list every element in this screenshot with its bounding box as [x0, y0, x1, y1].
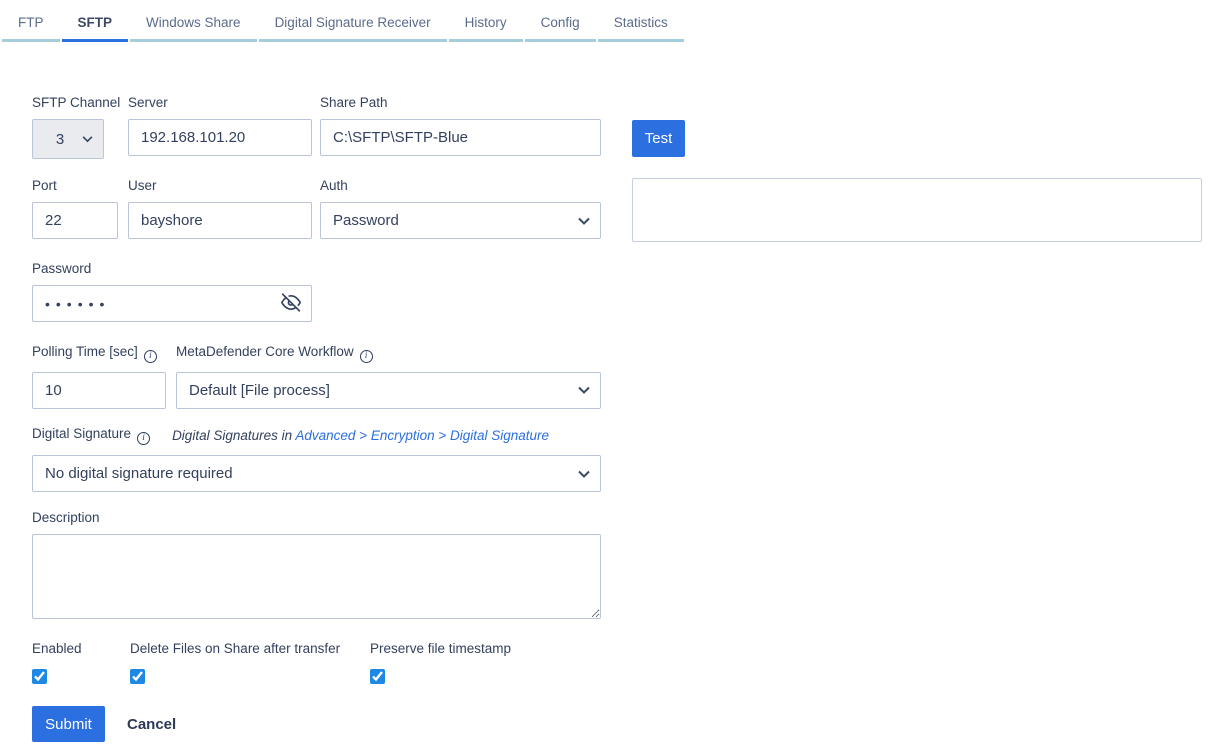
tab-history[interactable]: History [449, 4, 523, 42]
digital-signature-settings-link[interactable]: Advanced > Encryption > Digital Signatur… [295, 428, 549, 443]
workflow-select[interactable]: Default [File process] [176, 372, 601, 409]
port-input[interactable] [32, 202, 118, 239]
eye-off-icon [281, 292, 301, 315]
enabled-checkbox-group: Enabled [32, 641, 82, 684]
info-icon: i [144, 350, 157, 363]
delete-files-checkbox[interactable] [130, 669, 145, 684]
server-label: Server [128, 95, 312, 110]
user-input[interactable] [128, 202, 312, 239]
digital-signature-label-row: Digital Signature i Digital Signatures in… [32, 426, 549, 445]
digital-signature-select[interactable]: No digital signature required [32, 455, 601, 492]
tab-windows-share[interactable]: Windows Share [130, 4, 257, 42]
cancel-button[interactable]: Cancel [127, 716, 176, 733]
sftp-channel-select[interactable]: 3 [32, 119, 104, 159]
description-field: Description [32, 510, 601, 624]
password-field: Password [32, 261, 312, 322]
enabled-checkbox[interactable] [32, 669, 47, 684]
info-icon: i [137, 432, 150, 445]
auth-field: Auth Password [320, 178, 601, 239]
auth-select[interactable]: Password [320, 202, 601, 239]
port-label: Port [32, 178, 118, 193]
digital-signature-note-prefix: Digital Signatures in [172, 428, 295, 443]
polling-time-field: Polling Time [sec] i [32, 344, 166, 409]
tab-config[interactable]: Config [525, 4, 596, 42]
digital-signature-field: No digital signature required [32, 455, 601, 492]
sftp-config-page: FTP SFTP Windows Share Digital Signature… [0, 0, 1220, 745]
sftp-channel-field: SFTP Channel 3 [32, 95, 104, 159]
share-path-input[interactable] [320, 119, 601, 156]
tab-bar: FTP SFTP Windows Share Digital Signature… [2, 4, 686, 42]
submit-button[interactable]: Submit [32, 706, 105, 742]
polling-time-label: Polling Time [sec] i [32, 344, 166, 363]
polling-time-input[interactable] [32, 372, 166, 409]
test-button[interactable]: Test [632, 120, 685, 157]
test-result-box [632, 178, 1202, 242]
workflow-label-text: MetaDefender Core Workflow [176, 344, 354, 359]
password-label: Password [32, 261, 312, 276]
server-field: Server [128, 95, 312, 156]
tab-sftp[interactable]: SFTP [62, 4, 129, 42]
user-label: User [128, 178, 312, 193]
description-textarea[interactable] [32, 534, 601, 619]
tab-digital-signature-receiver[interactable]: Digital Signature Receiver [259, 4, 447, 42]
delete-files-checkbox-group: Delete Files on Share after transfer [130, 641, 340, 684]
share-path-label: Share Path [320, 95, 601, 110]
polling-time-label-text: Polling Time [sec] [32, 344, 138, 359]
auth-label: Auth [320, 178, 601, 193]
digital-signature-label-text: Digital Signature [32, 426, 131, 441]
preserve-timestamp-checkbox-group: Preserve file timestamp [370, 641, 511, 684]
server-input[interactable] [128, 119, 312, 156]
digital-signature-note: Digital Signatures in Advanced > Encrypt… [172, 428, 549, 443]
port-field: Port [32, 178, 118, 239]
form-actions: Submit Cancel [32, 706, 176, 742]
preserve-timestamp-checkbox[interactable] [370, 669, 385, 684]
digital-signature-label: Digital Signature i [32, 426, 150, 445]
workflow-field: MetaDefender Core Workflow i Default [Fil… [176, 344, 601, 409]
info-icon: i [360, 350, 373, 363]
delete-files-checkbox-label: Delete Files on Share after transfer [130, 641, 340, 656]
tab-ftp[interactable]: FTP [2, 4, 60, 42]
enabled-checkbox-label: Enabled [32, 641, 82, 656]
workflow-label: MetaDefender Core Workflow i [176, 344, 601, 363]
share-path-field: Share Path [320, 95, 601, 156]
password-input[interactable] [32, 285, 312, 322]
toggle-password-visibility-button[interactable] [279, 290, 303, 317]
sftp-channel-label: SFTP Channel [32, 95, 104, 110]
description-label: Description [32, 510, 601, 525]
user-field: User [128, 178, 312, 239]
tab-statistics[interactable]: Statistics [598, 4, 684, 42]
preserve-timestamp-checkbox-label: Preserve file timestamp [370, 641, 511, 656]
